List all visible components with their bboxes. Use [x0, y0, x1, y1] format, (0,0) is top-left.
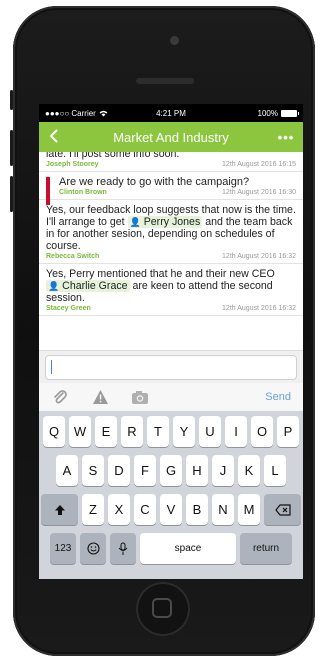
- key-l[interactable]: L: [264, 455, 286, 486]
- key-p[interactable]: P: [277, 416, 299, 447]
- back-button[interactable]: [39, 122, 69, 152]
- shift-arrow-icon: [54, 504, 65, 515]
- message-author[interactable]: Rebecca Switch: [46, 253, 99, 260]
- emoji-key[interactable]: [80, 533, 106, 564]
- nav-bar: Market And Industry •••: [39, 122, 303, 152]
- paperclip-icon: [54, 390, 67, 404]
- person-icon: 👤: [129, 217, 141, 227]
- key-t[interactable]: T: [147, 416, 169, 447]
- alert-toggle-button[interactable]: [91, 389, 109, 405]
- key-a[interactable]: A: [56, 455, 78, 486]
- user-mention[interactable]: 👤 Charlie Grace: [46, 280, 130, 292]
- front-camera: [170, 36, 179, 45]
- keyboard-row-1: Q W E R T Y U I O P: [41, 416, 301, 447]
- key-y[interactable]: Y: [173, 416, 195, 447]
- chevron-left-icon: [49, 129, 58, 143]
- message-item: Yes, Perry mentioned that he and their n…: [39, 264, 303, 316]
- warning-icon: [92, 390, 108, 404]
- volume-down-button: [10, 176, 13, 212]
- message-text-part: Yes, Perry mentioned that he and their n…: [46, 268, 275, 280]
- volume-up-button: [10, 130, 13, 166]
- message-text: late. I'll post some info soon.: [46, 152, 180, 160]
- return-key[interactable]: return: [240, 533, 292, 564]
- key-j[interactable]: J: [212, 455, 234, 486]
- key-r[interactable]: R: [121, 416, 143, 447]
- key-c[interactable]: C: [134, 494, 156, 525]
- key-h[interactable]: H: [186, 455, 208, 486]
- key-m[interactable]: M: [238, 494, 260, 525]
- battery-icon: [281, 109, 299, 117]
- key-z[interactable]: Z: [82, 494, 104, 525]
- delete-key[interactable]: [264, 494, 301, 525]
- dictation-key[interactable]: [110, 533, 136, 564]
- microphone-icon: [118, 542, 128, 555]
- key-x[interactable]: X: [108, 494, 130, 525]
- message-item: late. I'll post some info soon. Joseph S…: [39, 152, 303, 172]
- message-text: Yes, Perry mentioned that he and their n…: [46, 268, 296, 304]
- message-item: Yes, our feedback loop suggests that now…: [39, 200, 303, 264]
- composer-toolbar: Send: [39, 383, 303, 411]
- home-square-icon: [152, 598, 172, 618]
- alert-marker: [46, 177, 50, 205]
- key-v[interactable]: V: [160, 494, 182, 525]
- message-date: 12th August 2016 16:32: [222, 305, 296, 312]
- mention-name: Perry Jones: [143, 216, 201, 228]
- camera-button[interactable]: [131, 389, 149, 405]
- key-n[interactable]: N: [212, 494, 234, 525]
- mute-switch: [10, 90, 13, 110]
- space-key[interactable]: space: [140, 533, 236, 564]
- text-caret: [51, 360, 52, 374]
- screen: ●●●○○ Carrier 4:21 PM 100% Market And In…: [39, 104, 303, 579]
- backspace-icon: [274, 503, 291, 516]
- message-text: Yes, our feedback loop suggests that now…: [46, 204, 296, 252]
- keyboard-row-3: Z X C V B N M: [41, 494, 301, 525]
- camera-icon: [132, 390, 148, 404]
- message-date: 12th August 2016 16:32: [222, 253, 296, 260]
- key-u[interactable]: U: [199, 416, 221, 447]
- user-mention[interactable]: 👤 Perry Jones: [127, 216, 203, 228]
- key-q[interactable]: Q: [43, 416, 65, 447]
- message-list[interactable]: late. I'll post some info soon. Joseph S…: [39, 152, 303, 350]
- key-d[interactable]: D: [108, 455, 130, 486]
- status-bar: ●●●○○ Carrier 4:21 PM 100%: [39, 104, 303, 122]
- attach-button[interactable]: [51, 389, 69, 405]
- key-s[interactable]: S: [82, 455, 104, 486]
- message-author[interactable]: Clinton Brown: [59, 189, 107, 196]
- shift-key[interactable]: [41, 494, 78, 525]
- earpiece-speaker: [136, 78, 194, 84]
- send-button[interactable]: Send: [265, 391, 291, 403]
- composer: [39, 350, 303, 383]
- key-o[interactable]: O: [251, 416, 273, 447]
- page-title: Market And Industry: [113, 129, 229, 145]
- message-date: 12th August 2016 16:15: [222, 161, 296, 168]
- key-b[interactable]: B: [186, 494, 208, 525]
- status-time: 4:21 PM: [156, 108, 186, 118]
- emoji-icon: [86, 542, 100, 555]
- key-i[interactable]: I: [225, 416, 247, 447]
- message-author[interactable]: Joseph Stoorey: [46, 161, 99, 168]
- message-date: 12th August 2016 16:30: [222, 189, 296, 196]
- message-item-alert: Are we ready to go with the campaign? Cl…: [39, 172, 303, 205]
- key-g[interactable]: G: [160, 455, 182, 486]
- person-icon: 👤: [48, 281, 60, 291]
- key-k[interactable]: K: [238, 455, 260, 486]
- message-text: Are we ready to go with the campaign?: [59, 176, 250, 188]
- keyboard-row-4: 123 space return: [41, 533, 301, 564]
- message-author[interactable]: Stacey Green: [46, 305, 91, 312]
- keyboard: Q W E R T Y U I O P A S D F G H J K L Z: [39, 411, 303, 579]
- keyboard-row-2: A S D F G H J K L: [41, 455, 301, 486]
- more-button[interactable]: •••: [269, 130, 303, 145]
- mention-name: Charlie Grace: [62, 280, 128, 292]
- numbers-key[interactable]: 123: [50, 533, 76, 564]
- key-w[interactable]: W: [69, 416, 91, 447]
- key-e[interactable]: E: [95, 416, 117, 447]
- message-input[interactable]: [45, 355, 297, 380]
- key-f[interactable]: F: [134, 455, 156, 486]
